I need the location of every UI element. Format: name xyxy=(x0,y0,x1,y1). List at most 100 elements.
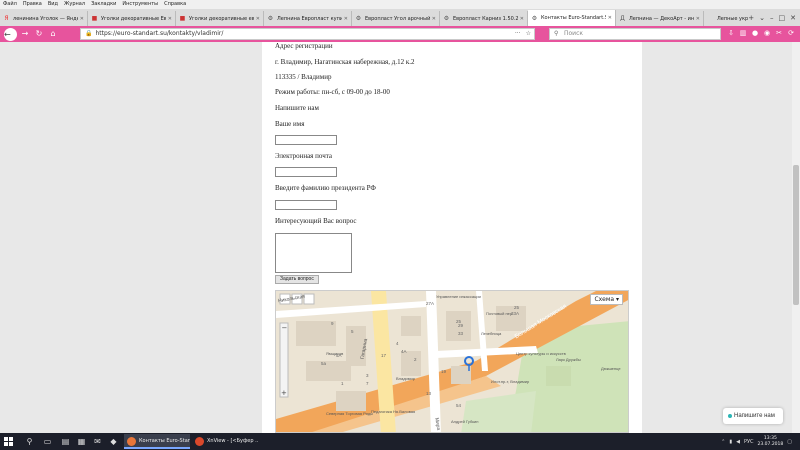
taskbar-app-button[interactable]: XnView - [<Буфер ... xyxy=(192,434,258,449)
browser-tab[interactable]: Яленинина Уголок — Яндекс✕ xyxy=(0,11,88,26)
president-input[interactable] xyxy=(275,200,337,210)
map-place-label: Почтовый пер. xyxy=(486,311,514,316)
tab-favicon-icon: ⚙ xyxy=(267,15,274,22)
menu-item[interactable]: Вид xyxy=(48,0,58,9)
hours-text: Режим работы: пн-сб, с 09-00 до 18-00 xyxy=(275,88,390,96)
tab-label: Европласт Карниз 1.50.21 xyxy=(453,15,518,22)
addon-abp-icon[interactable]: ● xyxy=(751,28,759,38)
address-heading: Адрес регистрации xyxy=(275,42,333,50)
map-house-number: 33А xyxy=(511,311,520,316)
addon-icon[interactable]: ◉ xyxy=(763,28,771,38)
menu-item[interactable]: Файл xyxy=(3,0,17,9)
taskbar-app-label: Контакты Euro-Stan xyxy=(139,438,190,444)
file-explorer-icon[interactable]: ▤ xyxy=(60,436,71,447)
svg-text:−: − xyxy=(282,324,288,332)
map-place-label: Андрей Губкин xyxy=(451,419,479,424)
forward-button[interactable]: → xyxy=(19,28,31,40)
notifications-icon[interactable]: ▢ xyxy=(787,439,792,445)
tray-arrow-icon[interactable]: ⌃ xyxy=(721,439,725,445)
clock[interactable]: 13:35 23.07.2018 xyxy=(758,436,784,448)
screenshot-icon[interactable]: ✂ xyxy=(775,28,783,38)
map-house-number: 4 xyxy=(396,341,399,346)
map-house-number: 3 xyxy=(366,373,369,378)
library-icon[interactable]: ▥ xyxy=(739,28,747,38)
taskbar-app-button[interactable]: Контакты Euro-Stan xyxy=(124,434,190,449)
form-title: Напишите нам xyxy=(275,104,319,112)
browser-tab[interactable]: ⚙ Европласт Карниз 1.50.21 ✕ xyxy=(440,11,528,26)
submit-button[interactable]: Задать вопрос xyxy=(275,275,319,284)
home-button[interactable]: ⌂ xyxy=(47,28,59,40)
taskbar-app-icon xyxy=(127,437,136,446)
search-icon: ⚲ xyxy=(554,30,559,37)
menu-item[interactable]: Журнал xyxy=(64,0,85,9)
tab-close-icon[interactable]: ✕ xyxy=(432,16,436,22)
task-view-icon[interactable]: ▭ xyxy=(42,436,53,447)
store-icon[interactable]: ▦ xyxy=(76,436,87,447)
map-place-label: Педагогика Ня.Валовая xyxy=(371,409,416,414)
browser-tab[interactable]: ⚙ Европласт Угол арочный ✕ xyxy=(352,11,440,26)
reload-button[interactable]: ↻ xyxy=(33,28,45,40)
browser-tab[interactable]: ■ Уголки декоративные Евр ✕ xyxy=(88,11,176,26)
network-icon[interactable]: ▮ xyxy=(729,439,732,445)
tab-close-icon[interactable]: ✕ xyxy=(80,16,84,22)
email-input[interactable] xyxy=(275,167,337,177)
map-house-number: 33 xyxy=(458,331,464,336)
yandex-map[interactable]: − + Схема ▾ Управление инкассации Почтовы… xyxy=(275,290,629,433)
menu-item[interactable]: Правка xyxy=(23,0,42,9)
taskbar-app-icon[interactable]: ◆ xyxy=(108,436,119,447)
chat-button[interactable]: Напишите нам xyxy=(723,408,783,424)
name-input[interactable] xyxy=(275,135,337,145)
scrollbar-thumb[interactable] xyxy=(793,165,799,305)
language-indicator[interactable]: РУС xyxy=(744,439,754,445)
maximize-icon[interactable]: □ xyxy=(779,14,786,22)
map-place-label: Ларк Дружбы xyxy=(556,357,581,362)
map-place-label: Лечебница xyxy=(481,331,502,336)
map-house-number: 5а xyxy=(321,361,327,366)
volume-icon[interactable]: ◀ xyxy=(736,439,740,445)
search-taskbar-icon[interactable]: ⚲ xyxy=(24,436,35,447)
page-scrollbar[interactable] xyxy=(792,42,800,433)
browser-tab[interactable]: ⚙ Лепнина Европласт купит ✕ xyxy=(264,11,352,26)
new-tab-icon[interactable]: + xyxy=(748,14,754,22)
mail-icon[interactable]: ✉ xyxy=(92,436,103,447)
close-window-icon[interactable]: ✕ xyxy=(790,14,796,22)
navigation-bar: ← → ↻ ⌂ 🔒 https://euro-standart.su/konta… xyxy=(0,26,800,42)
tab-list-icon[interactable]: ⌄ xyxy=(759,14,765,22)
browser-tab[interactable]: ■ Уголки декоративные евр ✕ xyxy=(176,11,264,26)
sync-icon[interactable]: ⟳ xyxy=(787,28,795,38)
url-bar[interactable]: 🔒 https://euro-standart.su/kontakty/vlad… xyxy=(80,28,535,40)
question-textarea[interactable] xyxy=(275,233,352,273)
map-house-number: 9 xyxy=(331,321,334,326)
menu-item[interactable]: Инструменты xyxy=(122,0,158,9)
tab-close-icon[interactable]: ✕ xyxy=(168,16,172,22)
chat-label: Напишите нам xyxy=(734,413,775,419)
tab-close-icon[interactable]: ✕ xyxy=(608,15,612,21)
map-place-label: Владимир xyxy=(396,376,416,381)
tab-bar: Яленинина Уголок — Яндекс✕■Уголки декора… xyxy=(0,9,800,26)
search-input[interactable]: ⚲ Поиск xyxy=(549,28,721,40)
menu-bar: Файл Правка Вид Журнал Закладки Инструменты Сп… xyxy=(0,0,800,9)
downloads-icon[interactable]: ⇩ xyxy=(727,28,735,38)
postal-text: 113335 / Владимир xyxy=(275,73,332,81)
tab-close-icon[interactable]: ✕ xyxy=(344,16,348,22)
map-place-label: Дюкшенце xyxy=(601,366,621,371)
minimize-icon[interactable]: – xyxy=(770,14,774,22)
page-actions-icon[interactable]: ··· xyxy=(515,29,521,39)
map-scheme-button[interactable]: Схема ▾ xyxy=(590,294,623,305)
tab-label: Уголки декоративные евр xyxy=(189,15,254,22)
map-place-label: Илот.пр-т, Владимир xyxy=(491,379,530,384)
tab-close-icon[interactable]: ✕ xyxy=(520,16,524,22)
tab-close-icon[interactable]: ✕ xyxy=(696,16,700,22)
windows-start-icon[interactable] xyxy=(4,437,13,446)
system-tray: ⌃ ▮ ◀ РУС 13:35 23.07.2018 ▢ xyxy=(721,433,792,450)
search-placeholder: Поиск xyxy=(564,30,584,37)
bookmark-star-icon[interactable]: ☆ xyxy=(526,29,531,39)
menu-item[interactable]: Справка xyxy=(164,0,186,9)
map-place-label: Центр культуры и искусств xyxy=(516,351,566,356)
tab-favicon-icon xyxy=(707,15,714,22)
menu-item[interactable]: Закладки xyxy=(91,0,116,9)
tab-close-icon[interactable]: ✕ xyxy=(256,16,260,22)
browser-tab[interactable]: ⚙ Контакты Euro-Standart.Su ✕ xyxy=(528,10,616,26)
browser-tab[interactable]: Д Лепнина — ДекоАрт - интер✕ xyxy=(616,11,704,26)
back-button[interactable]: ← xyxy=(4,27,17,41)
